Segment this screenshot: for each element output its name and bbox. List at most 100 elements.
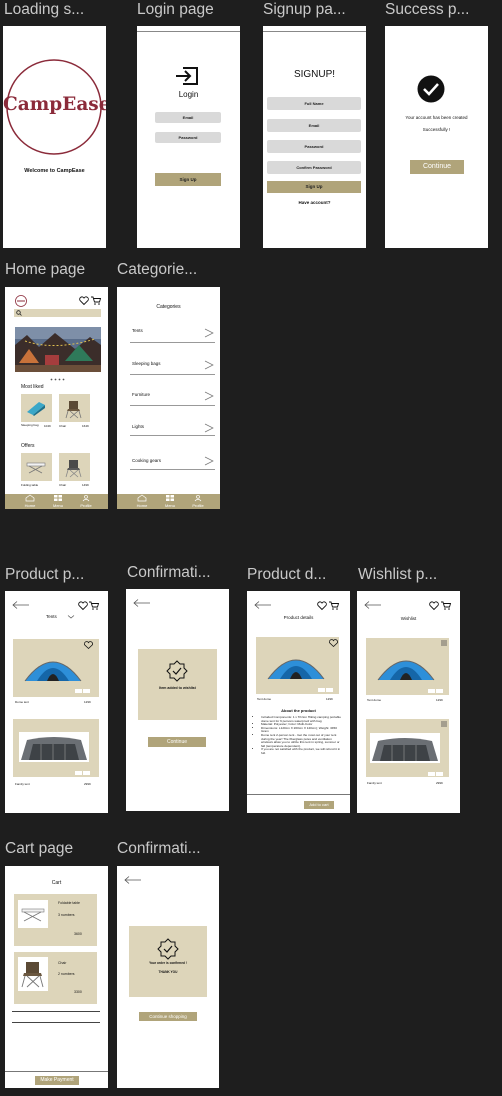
login-screen: Login Email Password Sign Up (137, 26, 240, 248)
heart-icon[interactable] (79, 296, 89, 306)
card-toggle-icon[interactable] (318, 688, 334, 692)
heart-icon[interactable] (317, 601, 327, 611)
frame-label-wishlist[interactable]: Wishlist p... (358, 566, 437, 584)
about-heading: About the product (281, 708, 316, 713)
item-price: 1299 (436, 698, 443, 702)
frame-label-cart[interactable]: Cart page (5, 840, 73, 858)
make-payment-button[interactable]: Make Payment (35, 1076, 79, 1085)
back-arrow-icon[interactable] (133, 599, 151, 607)
order-confirmed-text: Your order is confirmed ! (149, 961, 187, 965)
filter-dropdown-label[interactable]: Tents (46, 614, 57, 619)
full-name-field[interactable]: Full Name (267, 97, 361, 110)
frame-label-details[interactable]: Product d... (247, 566, 326, 584)
frame-label-success[interactable]: Success p... (385, 1, 469, 19)
email-field[interactable]: Email (267, 119, 361, 132)
category-item-label[interactable]: Sleeping bags (132, 361, 161, 366)
frame-label-categories[interactable]: Categorie... (117, 261, 197, 279)
have-account-link[interactable]: Have account? (263, 200, 366, 205)
search-bar[interactable] (14, 309, 101, 317)
details-title: Product details (283, 615, 314, 620)
divider (130, 374, 215, 375)
frame-label-login[interactable]: Login page (137, 1, 214, 19)
success-line-1: Your account has been created (405, 115, 468, 120)
add-to-cart-button[interactable]: Add to cart (304, 801, 334, 809)
category-item-label[interactable]: Lights (132, 424, 144, 429)
nav-profile[interactable]: Profile (75, 503, 97, 508)
continue-button[interactable]: Continue (410, 160, 464, 174)
item-price: 2999 (84, 782, 91, 786)
nav-home[interactable]: Home (131, 503, 153, 508)
chair-image (21, 962, 44, 988)
brand-logo-icon (15, 295, 27, 307)
wishlist-title: Wishlist (400, 616, 417, 621)
frame-label-confirm1[interactable]: Confirmati... (127, 564, 211, 582)
most-liked-heading: Most liked (21, 384, 44, 390)
nav-profile[interactable]: Profile (187, 503, 209, 508)
cart-icon[interactable] (91, 296, 102, 305)
email-field[interactable]: Email (155, 112, 221, 123)
folding-table-image (26, 462, 46, 474)
cart-icon[interactable] (441, 601, 452, 610)
carousel-dots-icon[interactable] (50, 378, 66, 381)
loading-screen: CampEase Welcome to CampEase (3, 26, 106, 248)
item-price: 2999 (436, 781, 443, 785)
continue-shopping-button[interactable]: Continue shopping (139, 1012, 197, 1021)
continue-button[interactable]: Continue (148, 737, 206, 747)
chevron-right-icon[interactable] (204, 327, 214, 467)
category-item-label[interactable]: Furniture (132, 392, 150, 397)
divider (247, 794, 350, 795)
cart-item-name: Chair (58, 961, 67, 965)
divider (130, 469, 215, 470)
card-toggle-icon[interactable] (428, 772, 444, 776)
profile-icon (194, 494, 202, 502)
frame-label-product[interactable]: Product p... (5, 566, 84, 584)
nav-menu[interactable]: Menu (47, 503, 69, 508)
item-name: Folding table (21, 483, 39, 487)
chair-image (65, 460, 82, 478)
card-toggle-icon[interactable] (75, 771, 91, 775)
cart-icon[interactable] (89, 601, 100, 610)
cart-item-price: 3600 (74, 932, 82, 936)
nav-home[interactable]: Home (19, 503, 41, 508)
home-screen: Most liked Sleeping bag 1049 Chair 1649 … (5, 287, 108, 509)
item-name: Family tent (367, 781, 382, 785)
cart-item-price: 3300 (74, 990, 82, 994)
heart-icon[interactable] (329, 639, 338, 648)
verified-badge-icon (157, 938, 179, 960)
welcome-text: Welcome to CampEase (24, 168, 85, 174)
dome-tent-image (377, 660, 435, 681)
frame-label-loading[interactable]: Loading s... (4, 1, 84, 19)
menu-grid-icon (54, 495, 62, 501)
heart-icon[interactable] (429, 601, 439, 611)
login-submit-button[interactable]: Sign Up (155, 173, 221, 186)
menu-lines-icon[interactable] (441, 721, 447, 727)
category-item-label[interactable]: Tents (132, 328, 143, 333)
frame-label-confirm2[interactable]: Confirmati... (117, 840, 201, 858)
family-tent-image (19, 732, 89, 762)
login-title: Login (178, 90, 199, 99)
back-arrow-icon[interactable] (364, 601, 382, 609)
success-screen: Your account has been created Successful… (385, 26, 488, 248)
confirm-password-field[interactable]: Confirm Password (267, 161, 361, 174)
verified-badge-icon (166, 660, 188, 682)
signup-submit-button[interactable]: Sign Up (267, 181, 361, 193)
about-bullet: Dome tent 2-person tent - Get the most o… (261, 733, 343, 748)
cart-icon[interactable] (329, 601, 340, 610)
item-name: Tent dome (367, 698, 382, 702)
heart-icon[interactable] (78, 601, 88, 611)
nav-menu[interactable]: Menu (159, 503, 181, 508)
back-arrow-icon[interactable] (124, 876, 142, 884)
card-toggle-icon[interactable] (428, 689, 444, 693)
menu-lines-icon[interactable] (441, 640, 447, 646)
back-arrow-icon[interactable] (12, 601, 30, 609)
product-price: 1299 (326, 697, 333, 701)
card-toggle-icon[interactable] (75, 689, 91, 693)
password-field[interactable]: Password (267, 140, 361, 153)
chevron-down-icon[interactable] (67, 615, 75, 619)
heart-icon[interactable] (84, 641, 93, 650)
password-field[interactable]: Password (155, 132, 221, 143)
frame-label-home[interactable]: Home page (5, 261, 85, 279)
frame-label-signup[interactable]: Signup pa... (263, 1, 346, 19)
back-arrow-icon[interactable] (254, 601, 272, 609)
category-item-label[interactable]: Cooking gears (132, 458, 161, 463)
